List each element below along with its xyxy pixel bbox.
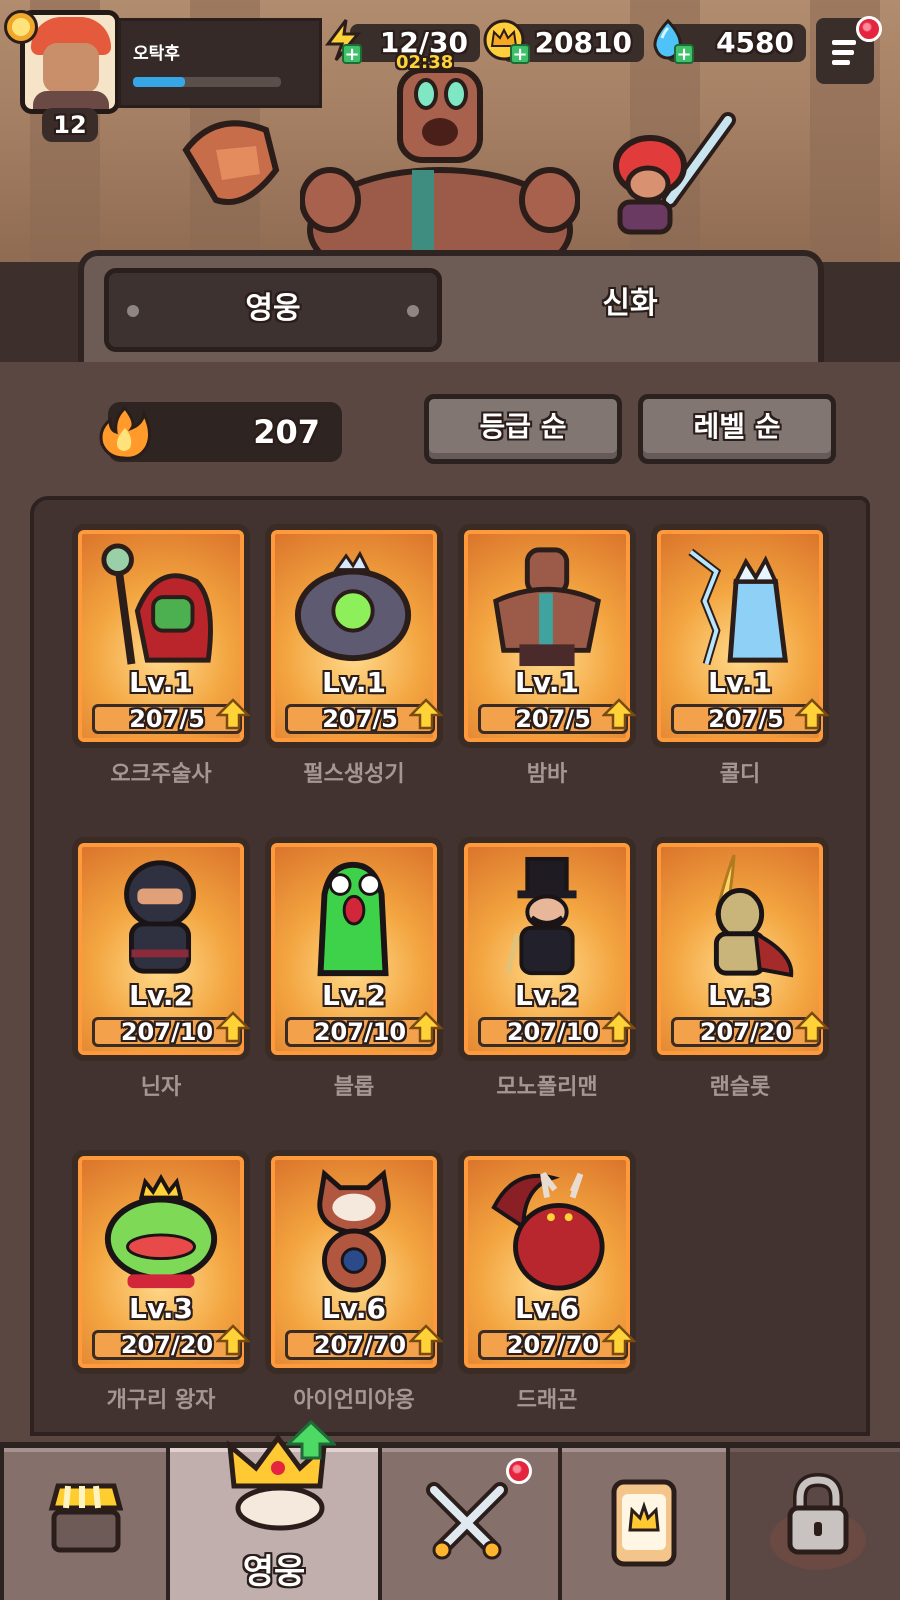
player-info-panel[interactable]: 오탁후	[118, 18, 322, 108]
upgrade-arrow-icon	[216, 1324, 250, 1356]
hero-name: 콜디	[719, 762, 761, 787]
upgrade-arrow-icon	[409, 1011, 443, 1043]
hero-card[interactable]: Lv.2 207/10	[72, 837, 250, 1061]
crossed-swords-icon	[426, 1482, 508, 1560]
hero-level: Lv.6	[515, 1292, 579, 1325]
nav-heroes[interactable]: 영웅	[170, 1420, 378, 1600]
pulse-generator-icon	[294, 550, 412, 662]
hero-name: 랜슬롯	[709, 1075, 771, 1100]
hero-name: 닌자	[140, 1075, 182, 1100]
hero-level: Lv.2	[515, 979, 579, 1012]
iron-meow-icon	[317, 1169, 391, 1293]
coldy-ice-icon	[688, 548, 789, 666]
upgrade-arrow-icon	[602, 1011, 636, 1043]
sort-by-level-button[interactable]: 레벨 순	[638, 394, 836, 464]
lock-icon	[770, 1472, 866, 1570]
hero-card[interactable]: Lv.2 207/10	[265, 837, 443, 1061]
upgrade-arrow-icon	[216, 1011, 250, 1043]
sort-by-grade-button[interactable]: 등급 순	[424, 394, 622, 464]
hero-card[interactable]: Lv.3 207/20	[72, 1150, 250, 1374]
nav-shop[interactable]	[4, 1448, 166, 1600]
upgrade-arrow-icon	[286, 1420, 336, 1460]
energy-timer: 02:38	[396, 52, 454, 73]
medal-icon	[4, 10, 38, 44]
hero-card[interactable]: Lv.1 207/5	[265, 524, 443, 748]
hero-level: Lv.1	[322, 666, 386, 699]
player-level-badge: 12	[42, 108, 98, 142]
hero-name: 블롭	[333, 1075, 375, 1100]
tab-myth-label: 신화	[602, 286, 658, 321]
hero-card[interactable]: Lv.3 207/20	[651, 837, 829, 1061]
bamba-golem-icon	[493, 547, 601, 667]
menu-notification-badge	[856, 16, 882, 42]
hero-level: Lv.1	[515, 666, 579, 699]
upgrade-arrow-icon	[795, 1011, 829, 1043]
hero-card[interactable]: Lv.1 207/5	[72, 524, 250, 748]
upgrade-arrow-icon	[795, 698, 829, 730]
hero-card[interactable]: Lv.1 207/5	[651, 524, 829, 748]
upgrade-arrow-icon	[409, 1324, 443, 1356]
hero-name: 밤바	[526, 762, 568, 787]
hero-card[interactable]: Lv.1 207/5	[458, 524, 636, 748]
hero-swordsman-illustration	[613, 112, 736, 235]
monopoly-man-icon	[505, 856, 577, 976]
hero-name: 개구리 왕자	[106, 1388, 216, 1413]
add-crowns-button[interactable]: +	[510, 44, 530, 64]
xp-bar	[133, 77, 281, 87]
nav-cards[interactable]	[562, 1448, 726, 1600]
gem-value: 4580	[716, 26, 794, 59]
total-power-value: 207	[253, 413, 320, 451]
blob-icon	[317, 861, 389, 977]
shop-icon	[48, 1483, 124, 1553]
armor-fragment-illustration	[182, 120, 280, 205]
dragon-icon	[491, 1172, 605, 1291]
hero-card[interactable]: Lv.6 207/70	[265, 1150, 443, 1374]
card-icon	[611, 1479, 677, 1567]
hero-level: Lv.3	[708, 979, 772, 1012]
add-energy-button[interactable]: +	[342, 44, 362, 64]
hero-name: 아이언미야옹	[293, 1388, 415, 1413]
orc-shaman-icon	[101, 543, 213, 665]
upgrade-arrow-icon	[602, 698, 636, 730]
hero-level: Lv.6	[322, 1292, 386, 1325]
hero-level: Lv.1	[708, 666, 772, 699]
golem-boss-illustration	[300, 67, 580, 270]
player-name: 오탁후	[133, 44, 180, 64]
hero-card[interactable]: Lv.6 207/70	[458, 1150, 636, 1374]
tab-heroes[interactable]: 영웅	[104, 268, 442, 352]
hamburger-icon	[832, 40, 856, 45]
hero-name: 드래곤	[516, 1388, 578, 1413]
tab-myth[interactable]: 신화	[470, 268, 790, 352]
upgrade-arrow-icon	[409, 698, 443, 730]
ninja-icon	[124, 860, 196, 974]
hero-card[interactable]: Lv.2 207/10	[458, 837, 636, 1061]
flame-icon	[99, 405, 151, 460]
hero-name: 모노폴리맨	[496, 1075, 598, 1100]
add-gems-button[interactable]: +	[674, 44, 694, 64]
battle-notification-badge	[506, 1458, 532, 1484]
hero-name: 펄스생성기	[303, 762, 405, 787]
hero-level: Lv.3	[129, 1292, 193, 1325]
hero-level: Lv.2	[322, 979, 386, 1012]
upgrade-arrow-icon	[216, 698, 250, 730]
nav-locked[interactable]	[730, 1448, 900, 1600]
lancelot-knight-icon	[713, 854, 794, 978]
frog-prince-icon	[104, 1173, 218, 1289]
hero-level: Lv.2	[129, 979, 193, 1012]
hero-name: 오크주술사	[110, 762, 212, 787]
crown-value: 20810	[534, 26, 632, 59]
upgrade-arrow-icon	[602, 1324, 636, 1356]
nav-heroes-label: 영웅	[242, 1552, 306, 1592]
hero-level: Lv.1	[129, 666, 193, 699]
tab-heroes-label: 영웅	[245, 291, 301, 326]
